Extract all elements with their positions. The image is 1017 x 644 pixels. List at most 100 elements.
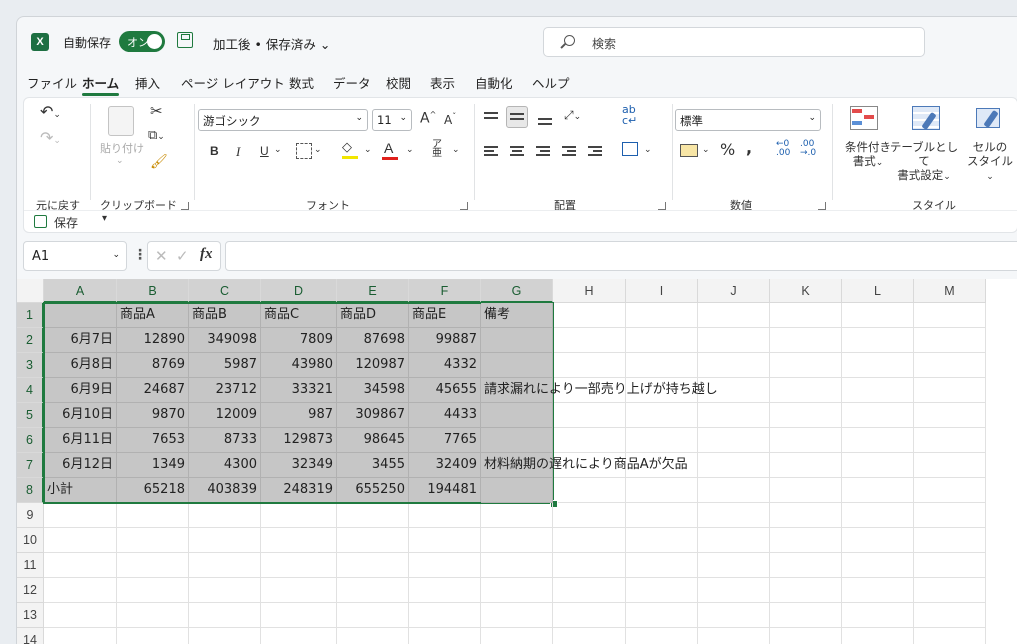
cell-b6[interactable]: 7653 [117, 428, 189, 453]
cell-c4[interactable]: 23712 [189, 378, 261, 403]
font-size-dropdown[interactable]: 11 ⌄ [372, 109, 412, 131]
column-header-f[interactable]: F [409, 279, 481, 303]
paste-chevron-icon[interactable]: ⌄ [116, 156, 124, 166]
spreadsheet-grid[interactable]: A B C D E F G H I J K L M 1 商品A 商品B 商品C 商品D 商品E 備考 2 6月7日 1289… [17, 279, 1017, 644]
cell-e13[interactable] [337, 603, 409, 628]
paste-button[interactable]: 貼り付け [100, 140, 144, 156]
cell-i2[interactable] [626, 328, 698, 353]
cell-h12[interactable] [553, 578, 626, 603]
row-header-5[interactable]: 5 [17, 403, 44, 428]
cell-g9[interactable] [481, 503, 553, 528]
qat-customize-icon[interactable]: ▾ [102, 213, 107, 224]
cell-j13[interactable] [698, 603, 770, 628]
row-header-12[interactable]: 12 [17, 578, 44, 603]
cell-l4[interactable] [842, 378, 914, 403]
row-header-13[interactable]: 13 [17, 603, 44, 628]
column-header-j[interactable]: J [698, 279, 770, 303]
align-bottom-icon[interactable] [538, 114, 552, 126]
cell-f10[interactable] [409, 528, 481, 553]
cell-j6[interactable] [698, 428, 770, 453]
cell-a5[interactable]: 6月10日 [44, 403, 117, 428]
cell-m13[interactable] [914, 603, 986, 628]
cell-h14[interactable] [553, 628, 626, 644]
cell-styles-button[interactable]: セルの スタイル⌄ [964, 140, 1016, 184]
chevron-down-icon[interactable]: ⌄ [702, 145, 710, 155]
cell-l10[interactable] [842, 528, 914, 553]
font-launcher-icon[interactable] [460, 202, 468, 210]
cell-j9[interactable] [698, 503, 770, 528]
cell-m5[interactable] [914, 403, 986, 428]
column-header-c[interactable]: C [189, 279, 261, 303]
cell-a10[interactable] [44, 528, 117, 553]
cell-j12[interactable] [698, 578, 770, 603]
cell-f8[interactable]: 194481 [409, 478, 481, 503]
cell-c9[interactable] [189, 503, 261, 528]
cell-e5[interactable]: 309867 [337, 403, 409, 428]
cell-d6[interactable]: 129873 [261, 428, 337, 453]
cell-k14[interactable] [770, 628, 842, 644]
increase-decimal-icon[interactable]: ←0.00 [776, 140, 790, 158]
cell-k4[interactable] [770, 378, 842, 403]
cell-e7[interactable]: 3455 [337, 453, 409, 478]
chevron-down-icon[interactable]: ⌄ [644, 145, 652, 155]
cell-d3[interactable]: 43980 [261, 353, 337, 378]
cancel-icon[interactable]: ✕ [155, 247, 168, 265]
cell-c1[interactable]: 商品B [189, 303, 261, 328]
decrease-decimal-icon[interactable]: .00 →.0 [800, 140, 816, 158]
cell-c3[interactable]: 5987 [189, 353, 261, 378]
column-header-d[interactable]: D [261, 279, 337, 303]
tab-insert[interactable]: 挿入 [135, 73, 160, 92]
cell-m14[interactable] [914, 628, 986, 644]
cell-k10[interactable] [770, 528, 842, 553]
cell-e1[interactable]: 商品D [337, 303, 409, 328]
cell-l2[interactable] [842, 328, 914, 353]
decrease-font-size-icon[interactable]: Aˇ [444, 112, 456, 127]
cell-e12[interactable] [337, 578, 409, 603]
cell-k13[interactable] [770, 603, 842, 628]
redo-icon[interactable]: ↷⌄ [40, 128, 61, 147]
cell-f3[interactable]: 4332 [409, 353, 481, 378]
cell-j3[interactable] [698, 353, 770, 378]
cell-b9[interactable] [117, 503, 189, 528]
cell-b1[interactable]: 商品A [117, 303, 189, 328]
cell-k11[interactable] [770, 553, 842, 578]
orientation-icon[interactable]: ⤢⌄ [564, 108, 581, 123]
cell-d7[interactable]: 32349 [261, 453, 337, 478]
column-header-l[interactable]: L [842, 279, 914, 303]
cell-c8[interactable]: 403839 [189, 478, 261, 503]
cell-a6[interactable]: 6月11日 [44, 428, 117, 453]
tab-home[interactable]: ホーム [82, 73, 120, 96]
cell-m8[interactable] [914, 478, 986, 503]
cell-d4[interactable]: 33321 [261, 378, 337, 403]
column-header-e[interactable]: E [337, 279, 409, 303]
tab-file[interactable]: ファイル [27, 73, 77, 92]
cell-k12[interactable] [770, 578, 842, 603]
cell-g11[interactable] [481, 553, 553, 578]
cell-i13[interactable] [626, 603, 698, 628]
cell-d8[interactable]: 248319 [261, 478, 337, 503]
cell-a11[interactable] [44, 553, 117, 578]
cell-l14[interactable] [842, 628, 914, 644]
cell-l1[interactable] [842, 303, 914, 328]
format-as-table-icon[interactable] [912, 106, 940, 132]
cell-d14[interactable] [261, 628, 337, 644]
cell-d1[interactable]: 商品C [261, 303, 337, 328]
font-name-dropdown[interactable]: 游ゴシック ⌄ [198, 109, 368, 131]
cell-e14[interactable] [337, 628, 409, 644]
cell-c11[interactable] [189, 553, 261, 578]
cell-k3[interactable] [770, 353, 842, 378]
cell-h8[interactable] [553, 478, 626, 503]
cell-k1[interactable] [770, 303, 842, 328]
cell-c7[interactable]: 4300 [189, 453, 261, 478]
tab-page-layout[interactable]: ページ レイアウト [181, 73, 285, 92]
paste-icon[interactable] [108, 106, 134, 136]
copy-icon[interactable]: ⧉⌄ [148, 128, 165, 143]
cell-j7[interactable] [698, 453, 770, 478]
cell-b4[interactable]: 24687 [117, 378, 189, 403]
cell-d2[interactable]: 7809 [261, 328, 337, 353]
cell-a9[interactable] [44, 503, 117, 528]
cell-k8[interactable] [770, 478, 842, 503]
cell-l6[interactable] [842, 428, 914, 453]
number-format-dropdown[interactable]: 標準 ⌄ [675, 109, 821, 131]
cell-e10[interactable] [337, 528, 409, 553]
